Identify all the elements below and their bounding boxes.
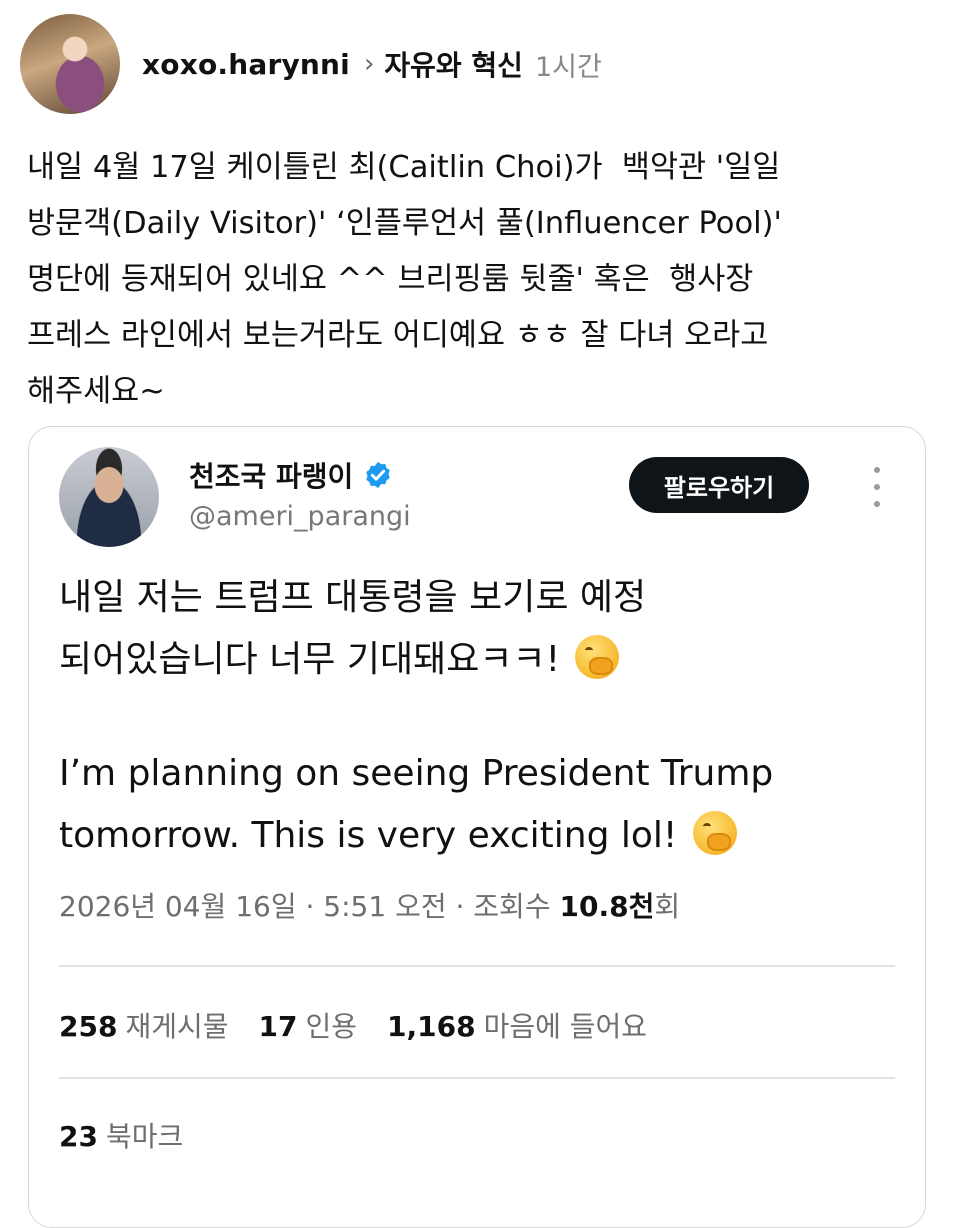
reposts-stat[interactable]: 258 재게시물 (59, 1005, 229, 1045)
author-name[interactable]: xoxo.harynni (142, 48, 350, 81)
tweet-author-name[interactable]: 천조국 파랭이 (189, 455, 353, 495)
likes-label: 마음에 들어요 (483, 1010, 648, 1043)
chevron-right-icon: › (363, 49, 375, 79)
verified-badge-icon (366, 461, 391, 489)
embedded-tweet-card[interactable]: 천조국 파랭이 @ameri_parangi 팔로우하기 내일 저는 트럼프 대… (28, 426, 926, 1228)
face-with-hand-over-mouth-icon (692, 811, 737, 855)
quotes-label: 인용 (305, 1010, 357, 1043)
post-body: 내일 4월 17일 케이틀린 최(Caitlin Choi)가 백악관 '일일방… (27, 140, 907, 420)
author-avatar[interactable] (20, 14, 120, 114)
tweet-author-avatar[interactable] (59, 447, 159, 547)
tweet-view-suffix: 회 (654, 890, 681, 923)
divider (59, 965, 895, 967)
tweet-text-line: I’m planning on seeing President Trump (59, 743, 909, 805)
tweet-author-name-row[interactable]: 천조국 파랭이 (189, 455, 393, 495)
bookmarks-count: 23 (59, 1120, 98, 1153)
divider (59, 1077, 895, 1079)
tweet-author-handle[interactable]: @ameri_parangi (189, 501, 411, 532)
likes-count: 1,168 (387, 1010, 476, 1043)
tweet-view-count: 10.8천 (559, 890, 655, 923)
face-with-hand-over-mouth-icon (575, 635, 620, 679)
tweet-text-line: tomorrow. This is very exciting lol! (59, 805, 909, 867)
tweet-meta: 2026년 04월 16일 · 5:51 오전 · 조회수 10.8천회 (59, 885, 680, 925)
reposts-label: 재게시물 (125, 1010, 229, 1043)
tweet-stats: 258 재게시물 17 인용 1,168 마음에 들어요 (59, 1005, 647, 1045)
tweet-text: 내일 저는 트럼프 대통령을 보기로 예정 되어있습니다 너무 기대돼요ㅋㅋ! … (59, 567, 909, 867)
likes-stat[interactable]: 1,168 마음에 들어요 (387, 1005, 647, 1045)
follow-button[interactable]: 팔로우하기 (629, 457, 809, 513)
post-body-line: 해주세요~ (27, 374, 165, 409)
post-header: xoxo.harynni › 자유와 혁신 1시간 (20, 14, 935, 114)
post-body-line: 명단에 등재되어 있네요 ^^ 브리핑룸 뒷줄' 혹은 행사장 (27, 262, 754, 297)
tweet-text-en-1: I’m planning on seeing President Trump (59, 753, 774, 794)
post-body-line: 내일 4월 17일 케이틀린 최(Caitlin Choi)가 백악관 '일일 (27, 150, 781, 185)
tweet-text-line: 되어있습니다 너무 기대돼요ㅋㅋ! (59, 629, 909, 691)
bookmarks-stat[interactable]: 23 북마크 (59, 1115, 183, 1155)
bookmarks-label: 북마크 (105, 1120, 184, 1153)
tweet-text-ko-2: 되어있습니다 너무 기대돼요ㅋㅋ! (59, 639, 560, 680)
quotes-stat[interactable]: 17 인용 (259, 1005, 358, 1045)
post-body-line: 방문객(Daily Visitor)' ‘인플루언서 풀(Influencer … (27, 206, 782, 241)
tweet-timestamp[interactable]: 2026년 04월 16일 · 5:51 오전 · 조회수 (59, 890, 551, 923)
tweet-text-line: 내일 저는 트럼프 대통령을 보기로 예정 (59, 567, 909, 629)
post-time: 1시간 (534, 51, 602, 83)
community-name[interactable]: 자유와 혁신 (384, 44, 523, 84)
tweet-text-ko-1: 내일 저는 트럼프 대통령을 보기로 예정 (59, 577, 647, 618)
more-vertical-icon[interactable] (867, 467, 887, 507)
tweet-text-en-2: tomorrow. This is very exciting lol! (59, 815, 678, 856)
quotes-count: 17 (258, 1010, 298, 1043)
reposts-count: 258 (59, 1010, 118, 1043)
post-body-line: 프레스 라인에서 보는거라도 어디예요 ㅎㅎ 잘 다녀 오라고 (27, 318, 769, 353)
